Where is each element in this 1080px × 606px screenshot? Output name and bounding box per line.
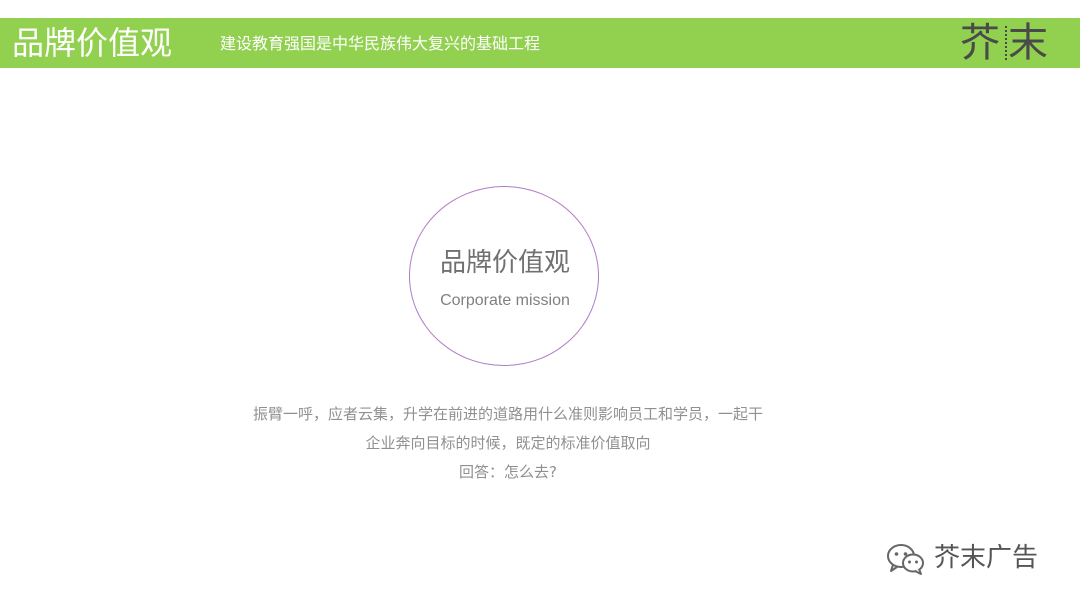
header-band: 品牌价值观 建设教育强国是中华民族伟大复兴的基础工程 芥末	[0, 18, 1080, 68]
page-title: 品牌价值观	[12, 24, 173, 62]
watermark-text: 芥末广告	[934, 543, 1039, 573]
body-paragraph: 振臂一呼，应者云集，升学在前进的道路用什么准则影响员工和学员，一起干 企业奔向目…	[200, 400, 816, 487]
logo-divider	[1005, 26, 1009, 60]
page-subtitle: 建设教育强国是中华民族伟大复兴的基础工程	[220, 34, 541, 53]
circle-title: 品牌价值观	[439, 248, 570, 278]
brand-logo: 芥末	[960, 20, 1052, 66]
slide: 品牌价值观 建设教育强国是中华民族伟大复兴的基础工程 芥末 品牌价值观 Corp…	[0, 0, 1080, 606]
body-line-3: 回答：怎么去?	[459, 463, 557, 481]
wechat-icon	[887, 544, 924, 575]
circle-subtitle: Corporate mission	[440, 292, 570, 309]
wechat-watermark: 芥末广告	[886, 538, 1056, 578]
body-line-1: 振臂一呼，应者云集，升学在前进的道路用什么准则影响员工和学员，一起干	[252, 405, 763, 423]
body-line-2: 企业奔向目标的时候，既定的标准价值取向	[365, 434, 651, 452]
mission-circle: 品牌价值观 Corporate mission	[409, 186, 599, 366]
